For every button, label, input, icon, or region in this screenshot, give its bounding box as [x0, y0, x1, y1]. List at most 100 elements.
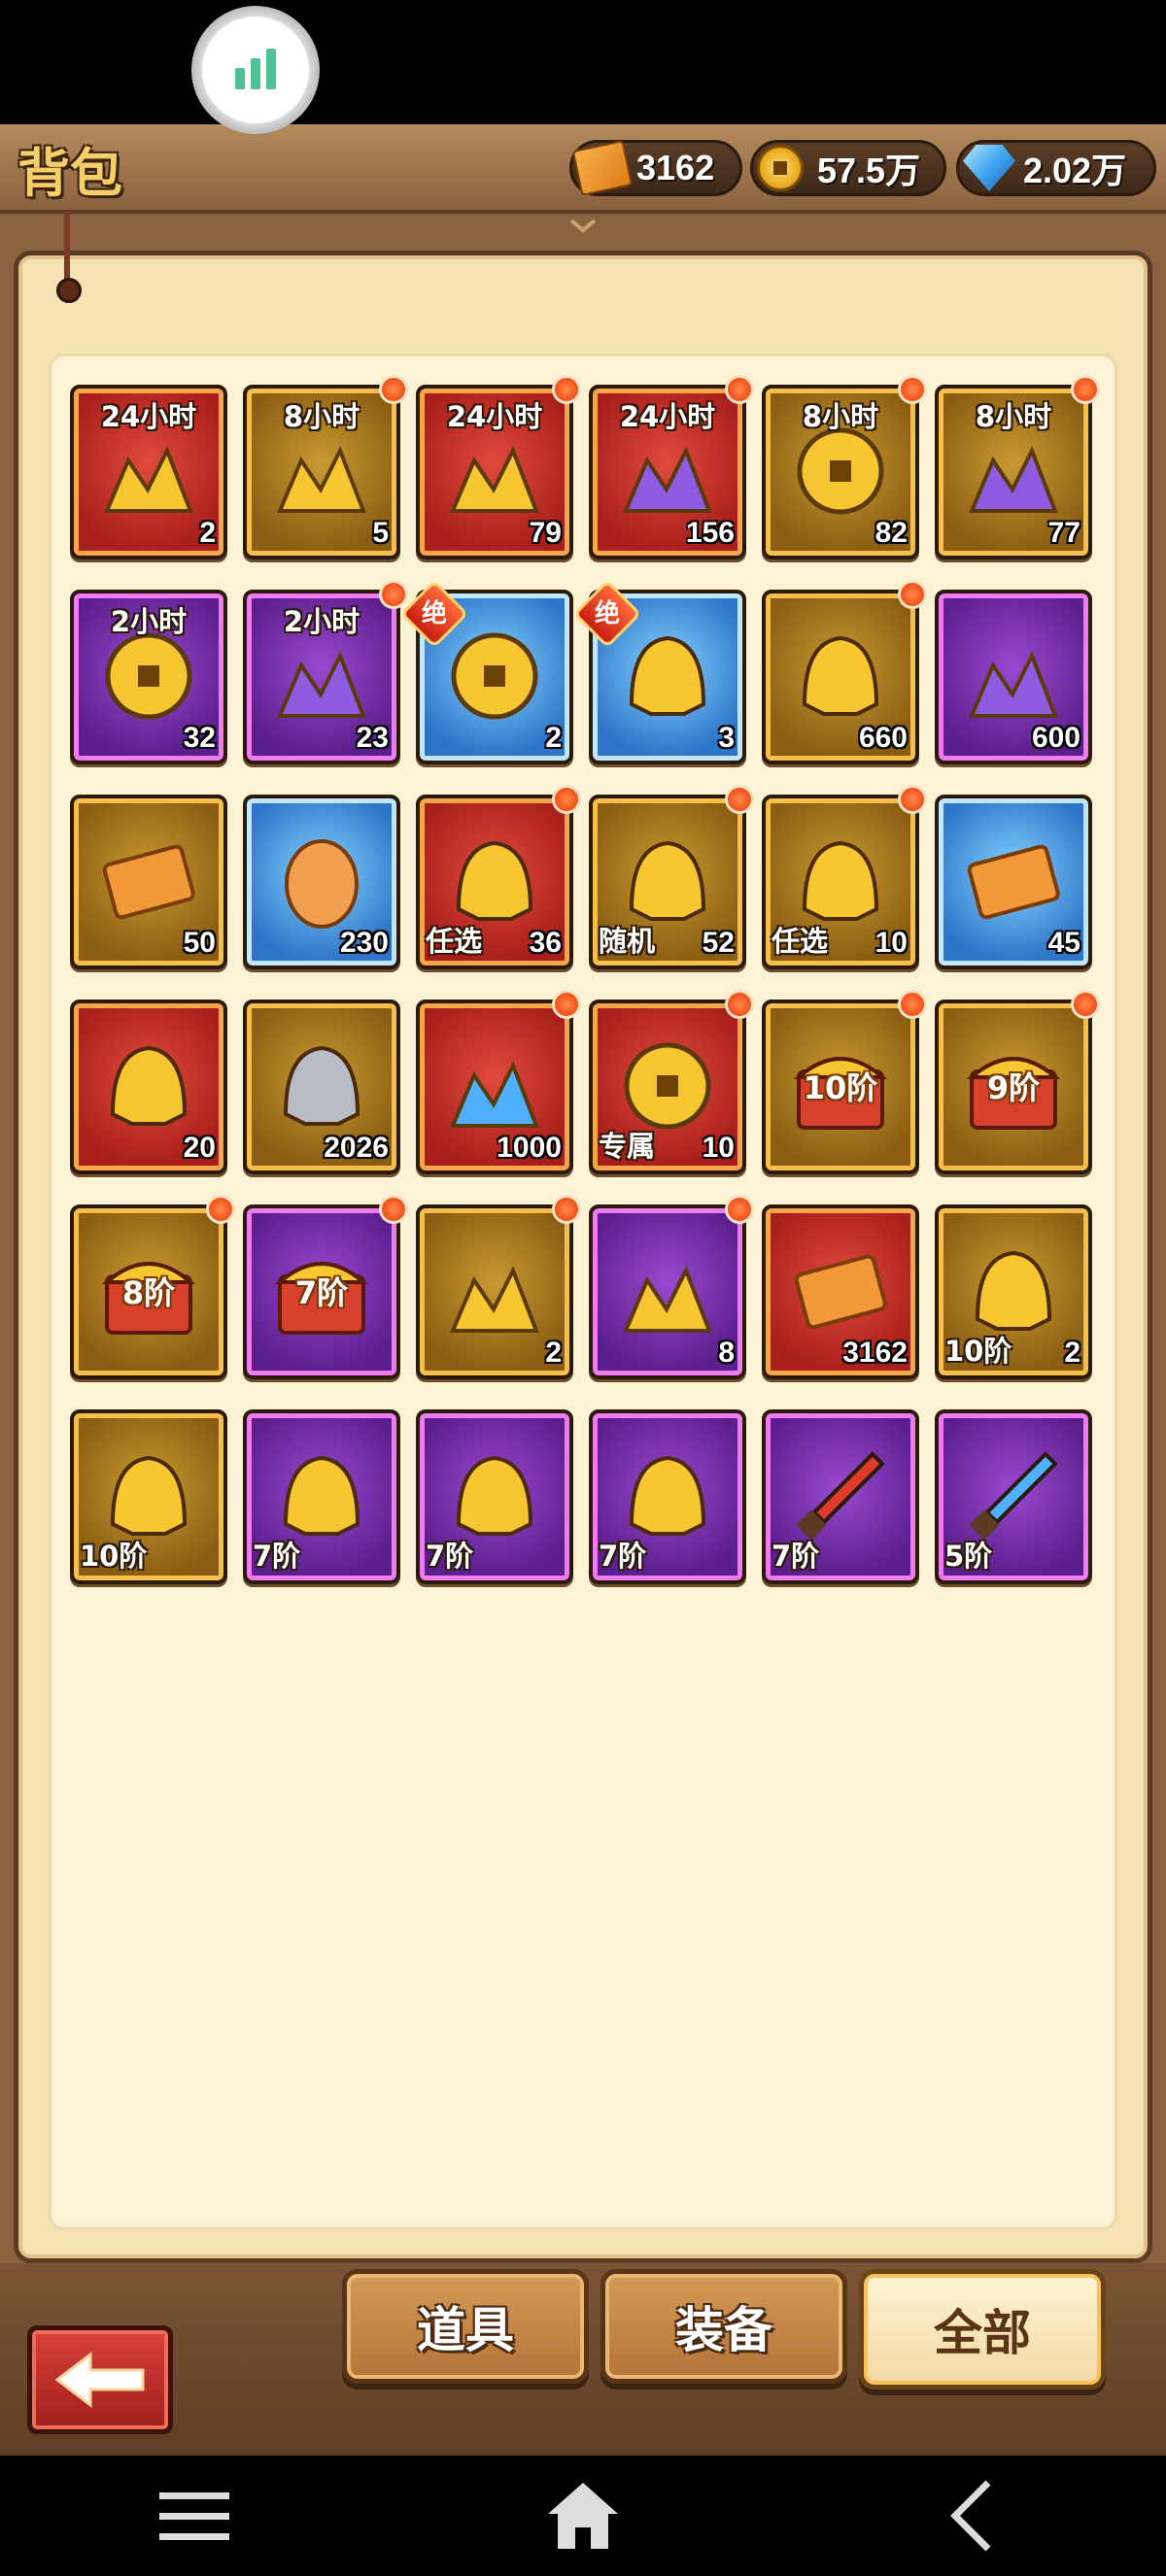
- inventory-slot[interactable]: 专属 10: [589, 990, 754, 1174]
- tab-items[interactable]: 道具: [342, 2269, 589, 2384]
- home-button[interactable]: [525, 2472, 641, 2559]
- horned-helmet-icon: [629, 1455, 706, 1536]
- item-tag-label: 10阶: [80, 1540, 148, 1573]
- rarity-badge-label: 绝: [421, 599, 447, 628]
- inventory-slot[interactable]: 8小时 82: [762, 375, 927, 559]
- inventory-slot[interactable]: 50: [70, 795, 227, 969]
- item-tag-label: 7阶: [426, 1540, 474, 1573]
- inventory-slot[interactable]: 10阶 2: [935, 1204, 1092, 1379]
- inventory-slot[interactable]: 任选 36: [416, 785, 581, 969]
- inventory-slot[interactable]: 绝2: [399, 579, 573, 764]
- voucher-icon: [794, 1254, 887, 1330]
- inventory-slot[interactable]: 10阶: [762, 990, 927, 1174]
- notification-dot: [898, 580, 927, 609]
- diamond-counter[interactable]: 2.02万: [956, 140, 1156, 196]
- item-count: 1000: [497, 1132, 562, 1164]
- ticket-card-icon: [102, 844, 195, 920]
- diamond-value: 2.02万: [1023, 151, 1127, 190]
- inventory-slot[interactable]: 10阶: [70, 1409, 227, 1584]
- hanging-hook: [56, 212, 82, 303]
- gold-ingot-pile-icon: [276, 446, 366, 513]
- purple-crystal-icon: [276, 651, 366, 718]
- inventory-slot[interactable]: 24小时 2: [70, 385, 227, 559]
- notification-dot: [379, 1195, 408, 1224]
- item-count: 36: [529, 927, 562, 959]
- inventory-slot[interactable]: 7阶: [243, 1195, 408, 1379]
- system-nav-bar: [0, 2456, 1166, 2576]
- item-count: 3162: [842, 1337, 908, 1369]
- inventory-slot[interactable]: 绝3: [572, 579, 746, 764]
- select-helmet-icon: [456, 840, 533, 921]
- item-count: 2: [545, 1337, 562, 1369]
- mystery-token-icon: [451, 632, 538, 720]
- notification-dot: [725, 1195, 754, 1224]
- inventory-slot[interactable]: 随机 52: [589, 785, 754, 969]
- inventory-slot[interactable]: 8阶: [70, 1195, 235, 1379]
- back-button[interactable]: [27, 2325, 173, 2434]
- item-count: 660: [858, 722, 908, 754]
- mystery-helmet-icon: [802, 635, 879, 716]
- inventory-slot[interactable]: 600: [935, 590, 1092, 764]
- item-count: 2: [199, 517, 216, 549]
- tier-label: 7阶: [294, 1274, 349, 1311]
- tab-items-label: 道具: [417, 2301, 514, 2358]
- status-bar: [0, 0, 1166, 124]
- card-pack-icon: [968, 651, 1058, 718]
- notification-dot: [552, 990, 581, 1019]
- item-tag-label: 任选: [772, 925, 829, 958]
- item-tag-label: 7阶: [599, 1540, 647, 1573]
- inventory-slot[interactable]: 2小时 23: [243, 580, 408, 764]
- menu-button[interactable]: [136, 2472, 253, 2559]
- inventory-slot[interactable]: 2小时 32: [70, 590, 227, 764]
- item-count: 2: [545, 722, 562, 754]
- item-tag-label: 10阶: [944, 1335, 1012, 1368]
- inventory-slot[interactable]: 5阶: [935, 1409, 1092, 1584]
- item-count: 79: [529, 517, 562, 549]
- inventory-slot[interactable]: 24小时 79: [416, 375, 581, 559]
- arrow-left-icon: [54, 2351, 145, 2409]
- tab-equipment[interactable]: 装备: [600, 2269, 847, 2384]
- inventory-slot[interactable]: 7阶: [243, 1409, 400, 1584]
- item-count: 156: [685, 517, 735, 549]
- ticket-value: 3162: [636, 148, 715, 187]
- notification-dot: [206, 1195, 235, 1224]
- inventory-slot[interactable]: 8: [589, 1195, 754, 1379]
- blue-sword-icon: [969, 1451, 1058, 1541]
- inventory-slot[interactable]: 7阶: [589, 1409, 746, 1584]
- ticket-counter[interactable]: 3162: [569, 139, 742, 197]
- blue-crystal-icon: [449, 1061, 539, 1128]
- notification-dot: [379, 375, 408, 404]
- armor-icon: [975, 1250, 1052, 1331]
- notification-dot: [898, 990, 927, 1019]
- item-count: 50: [183, 927, 216, 959]
- inventory-slot[interactable]: 45: [935, 795, 1092, 969]
- gold-counter[interactable]: 57.5万: [750, 140, 946, 196]
- inventory-slot[interactable]: 3162: [762, 1204, 919, 1379]
- item-count: 32: [183, 722, 216, 754]
- inventory-slot[interactable]: 2026: [243, 1000, 400, 1174]
- scroll-bundle-icon: [967, 844, 1060, 920]
- exclusive-token-icon: [624, 1042, 711, 1130]
- inventory-slot[interactable]: 1000: [416, 990, 581, 1174]
- item-count: 52: [702, 927, 735, 959]
- silver-badge-icon: [283, 1045, 360, 1126]
- tier-label: 8阶: [121, 1274, 176, 1311]
- inventory-slot[interactable]: 8小时 5: [243, 375, 408, 559]
- item-tag-label: 随机: [599, 925, 656, 958]
- inventory-slot[interactable]: 230: [243, 795, 400, 969]
- item-count: 23: [356, 722, 389, 754]
- notification-dot: [552, 785, 581, 814]
- inventory-slot[interactable]: 20: [70, 1000, 227, 1174]
- inventory-slot[interactable]: 660: [762, 580, 927, 764]
- system-back-button[interactable]: [913, 2472, 1030, 2559]
- inventory-slot[interactable]: 9阶: [935, 990, 1100, 1174]
- tab-all[interactable]: 全部: [859, 2269, 1106, 2390]
- inventory-slot[interactable]: 2: [416, 1195, 581, 1379]
- duration-label: 8小时: [283, 400, 360, 433]
- inventory-slot[interactable]: 7阶: [416, 1409, 573, 1584]
- network-signal-icon[interactable]: [191, 6, 320, 134]
- inventory-slot[interactable]: 7阶: [762, 1409, 919, 1584]
- inventory-slot[interactable]: 8小时 77: [935, 375, 1100, 559]
- inventory-slot[interactable]: 任选 10: [762, 785, 927, 969]
- inventory-slot[interactable]: 24小时 156: [589, 375, 754, 559]
